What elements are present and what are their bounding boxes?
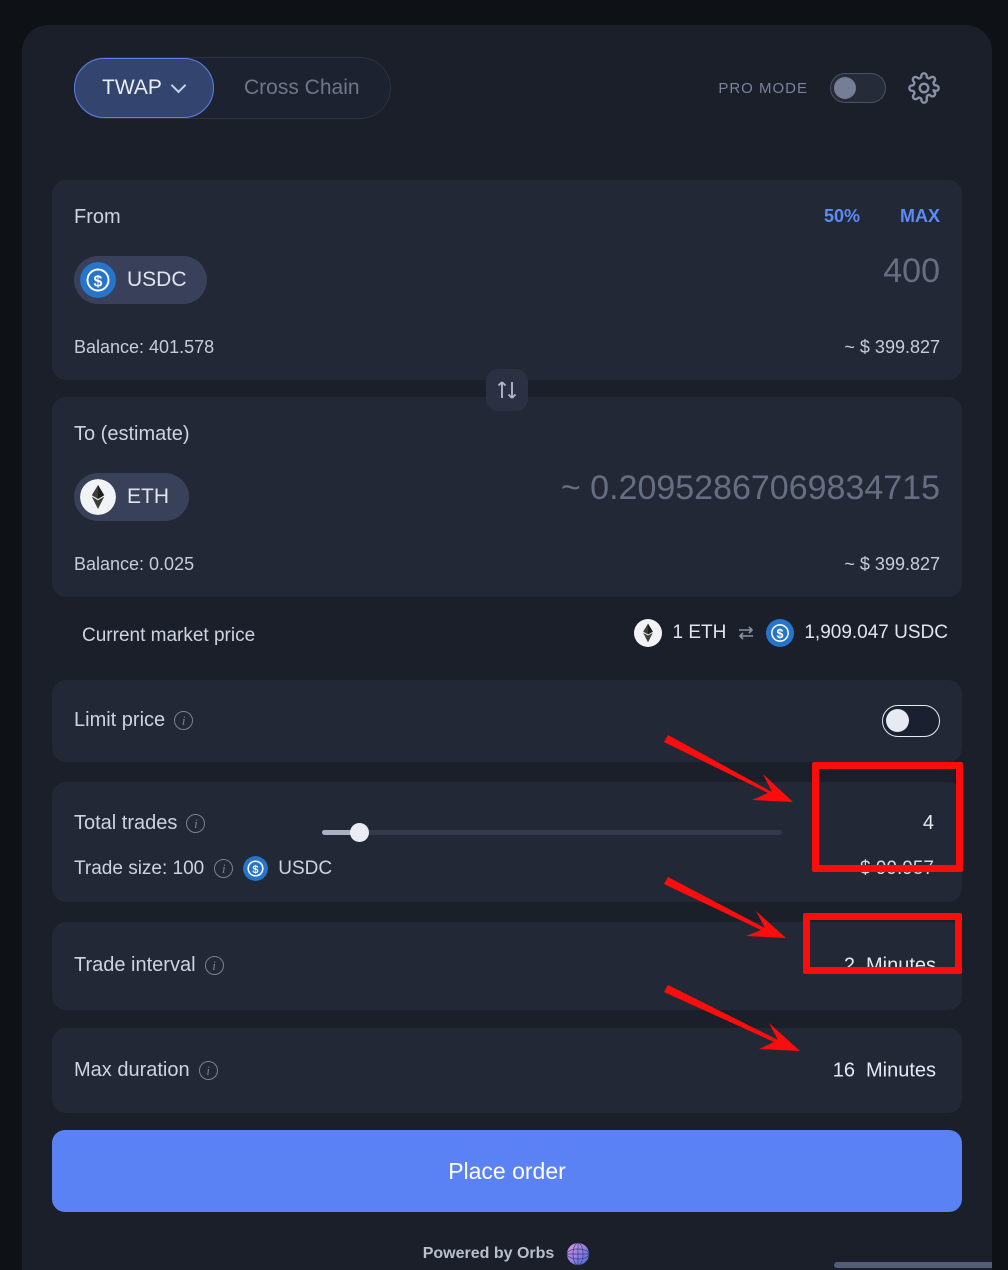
from-token-selector[interactable]: $ USDC <box>74 256 207 304</box>
chevron-down-icon <box>172 78 186 92</box>
twap-order-card: TWAP Cross Chain PRO MODE From 50% MAX $… <box>22 25 992 1270</box>
swap-direction-button[interactable] <box>486 369 528 411</box>
info-icon[interactable]: i <box>174 711 194 730</box>
from-label: From <box>74 206 121 228</box>
slider-track <box>322 830 782 835</box>
powered-by-label: Powered by Orbs <box>422 1245 555 1262</box>
slider-thumb[interactable] <box>349 823 369 842</box>
eth-coin-icon <box>80 479 116 515</box>
info-icon[interactable]: i <box>204 956 224 975</box>
usdc-coin-icon: $ <box>80 262 116 298</box>
max-duration-unit[interactable]: Minutes <box>866 1059 936 1082</box>
from-balance: Balance: 401.578 <box>74 337 215 357</box>
to-label: To (estimate) <box>74 423 190 445</box>
market-base-amount: 1 ETH <box>672 622 727 643</box>
max-duration-label-group: Max duration i <box>74 1059 218 1082</box>
from-token-name: USDC <box>127 268 187 291</box>
card-header: TWAP Cross Chain PRO MODE <box>52 57 962 119</box>
trade-interval-row: Trade interval i 2 Minutes <box>52 922 962 1010</box>
header-controls: PRO MODE <box>718 72 940 104</box>
pro-mode-toggle[interactable] <box>830 73 886 103</box>
market-price-label: Current market price <box>82 625 256 646</box>
to-usd-value: ~ $ 399.827 <box>844 554 940 574</box>
market-quote-amount: 1,909.047 USDC <box>804 622 948 643</box>
limit-price-label: Limit price <box>74 709 166 731</box>
pro-mode-label: PRO MODE <box>718 79 808 97</box>
tab-cross-chain[interactable]: Cross Chain <box>214 58 390 118</box>
tab-twap-label: TWAP <box>102 76 162 99</box>
from-percent-links: 50% MAX <box>824 206 940 227</box>
usdc-coin-icon: $ <box>766 619 795 647</box>
total-trades-label: Total trades <box>74 812 178 834</box>
to-balance: Balance: 0.025 <box>74 554 195 574</box>
trade-size-label: Trade size: 100 <box>74 857 205 879</box>
svg-text:$: $ <box>777 627 784 641</box>
total-trades-value[interactable]: 4 <box>923 812 934 835</box>
percent-max-button[interactable]: MAX <box>900 206 940 227</box>
eth-coin-icon <box>634 619 663 647</box>
to-token-selector[interactable]: ETH <box>74 473 189 521</box>
tab-twap[interactable]: TWAP <box>74 58 214 118</box>
swap-vertical-icon <box>497 381 517 399</box>
place-order-button[interactable]: Place order <box>52 1130 962 1212</box>
from-panel: From 50% MAX $ USDC 400 Balance: 401.578… <box>52 180 962 380</box>
market-price-row: Current market price 1 ETH $ 1,909.047 U… <box>52 617 962 657</box>
trade-interval-label: Trade interval <box>74 954 196 976</box>
trade-size-group: Trade size: 100 i $ USDC <box>74 856 332 881</box>
total-trades-slider[interactable] <box>322 823 782 842</box>
mode-tabs: TWAP Cross Chain <box>74 57 391 119</box>
max-duration-number[interactable]: 16 <box>833 1059 855 1082</box>
to-token-name: ETH <box>127 485 169 508</box>
from-amount-input[interactable]: 400 <box>883 252 940 291</box>
limit-price-row: Limit price i <box>52 680 962 762</box>
from-usd-value: ~ $ 399.827 <box>844 337 940 357</box>
usdc-coin-icon: $ <box>243 856 269 881</box>
swap-horizontal-icon[interactable] <box>736 625 756 641</box>
max-duration-label: Max duration <box>74 1059 190 1081</box>
percent-50-button[interactable]: 50% <box>824 206 860 227</box>
info-icon[interactable]: i <box>214 859 234 878</box>
orbs-logo-icon <box>566 1242 590 1266</box>
horizontal-scrollbar[interactable] <box>834 1262 992 1268</box>
limit-price-label-group: Limit price i <box>74 709 194 732</box>
trade-size-token: USDC <box>278 857 333 879</box>
max-duration-value: 16 Minutes <box>833 1059 936 1082</box>
svg-text:$: $ <box>94 274 103 291</box>
market-price-value: 1 ETH $ 1,909.047 USDC <box>634 619 948 647</box>
max-duration-row: Max duration i 16 Minutes <box>52 1028 962 1113</box>
info-icon[interactable]: i <box>186 814 206 833</box>
info-icon[interactable]: i <box>198 1061 218 1080</box>
tab-cross-chain-label: Cross Chain <box>244 76 360 99</box>
total-trades-usd: ~ $ 99.957 <box>843 858 934 879</box>
total-trades-row: Total trades i 4 ~ $ 99.957 Trade size: … <box>52 782 962 902</box>
to-panel: To (estimate) ETH ~ 0.20952867069834715 … <box>52 397 962 597</box>
limit-price-toggle[interactable] <box>882 705 940 737</box>
total-trades-label-group: Total trades i <box>74 812 206 835</box>
trade-interval-value: 2 Minutes <box>844 955 936 978</box>
to-amount-output: ~ 0.20952867069834715 <box>560 469 940 507</box>
gear-icon[interactable] <box>908 72 940 104</box>
trade-interval-number[interactable]: 2 <box>844 955 855 978</box>
svg-text:$: $ <box>253 864 260 876</box>
trade-interval-label-group: Trade interval i <box>74 954 224 977</box>
app-root: TWAP Cross Chain PRO MODE From 50% MAX $… <box>0 0 1008 1270</box>
trade-interval-unit[interactable]: Minutes <box>866 955 936 978</box>
